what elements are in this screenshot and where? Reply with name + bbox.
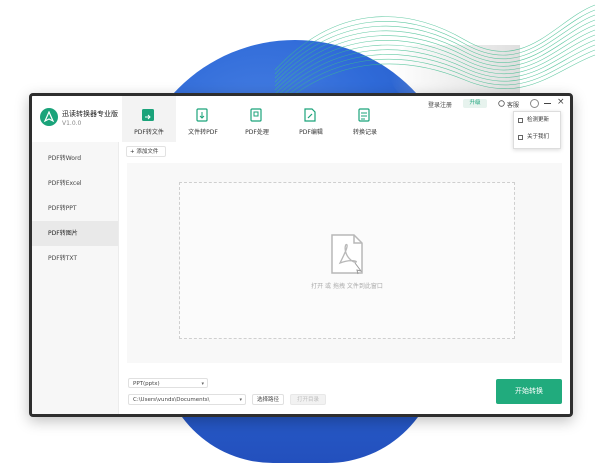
menu-item-check-update[interactable]: 检测更新 bbox=[514, 112, 560, 129]
pdf-file-icon bbox=[331, 234, 363, 275]
upgrade-button[interactable]: 升级 bbox=[463, 99, 487, 108]
close-icon[interactable]: × bbox=[557, 97, 565, 107]
about-icon bbox=[518, 135, 523, 140]
output-format-select[interactable]: PPT(pptx) ▾ bbox=[128, 378, 208, 388]
pdf-process-icon bbox=[250, 108, 262, 122]
customer-service-link[interactable]: 客服 bbox=[507, 100, 519, 109]
minimize-icon[interactable] bbox=[544, 103, 551, 104]
tab-label: 转换记录 bbox=[352, 129, 377, 136]
file-drop-zone[interactable]: 打开 或 拖拽 文件到此窗口 bbox=[179, 182, 515, 339]
output-path-value: C:\Users\vunds\Documents\ bbox=[133, 397, 210, 403]
chevron-down-icon: ▾ bbox=[201, 381, 204, 387]
login-register-link[interactable]: 登录注册 bbox=[428, 100, 452, 109]
sidebar-item-pdf-to-image[interactable]: PDF转图片 bbox=[32, 221, 118, 246]
menu-item-about[interactable]: 关于我们 bbox=[514, 129, 560, 146]
output-format-value: PPT(pptx) bbox=[133, 381, 160, 387]
tab-pdf-to-file[interactable]: PDF转文件 bbox=[122, 96, 176, 142]
app-window: 迅读转换器专业版 V1.0.0 PDF转文件 文件转PDF PDF处理 PDF编… bbox=[29, 93, 573, 417]
tab-file-to-pdf[interactable]: 文件转PDF bbox=[176, 96, 230, 142]
menu-item-label: 检测更新 bbox=[527, 117, 550, 123]
sidebar-item-pdf-to-txt[interactable]: PDF转TXT bbox=[32, 246, 118, 271]
tab-label: PDF处理 bbox=[245, 129, 269, 136]
tab-label: 文件转PDF bbox=[188, 129, 218, 136]
file-to-pdf-icon bbox=[196, 108, 208, 122]
customer-service-icon[interactable] bbox=[498, 100, 505, 107]
menu-icon[interactable] bbox=[530, 99, 539, 108]
app-name: 迅读转换器专业版 bbox=[62, 110, 118, 118]
pdf-convert-icon bbox=[142, 109, 154, 121]
tab-pdf-edit[interactable]: PDF编辑 bbox=[284, 96, 338, 142]
tab-label: PDF编辑 bbox=[299, 129, 323, 136]
sidebar: PDF转Word PDF转Excel PDF转PPT PDF转图片 PDF转TX… bbox=[32, 142, 119, 414]
tab-pdf-process[interactable]: PDF处理 bbox=[230, 96, 284, 142]
main-content: + 添加文件 打开 或 拖拽 文件到此窗口 PPT(pptx) ▾ C:\Use… bbox=[119, 142, 570, 414]
open-directory-button[interactable]: 打开目录 bbox=[290, 394, 326, 405]
choose-path-button[interactable]: 选择路径 bbox=[252, 394, 284, 405]
tab-history[interactable]: 转换记录 bbox=[338, 96, 392, 142]
main-tabs: PDF转文件 文件转PDF PDF处理 PDF编辑 转换记录 bbox=[122, 96, 392, 142]
app-version: V1.0.0 bbox=[62, 120, 82, 127]
tab-label: PDF转文件 bbox=[134, 129, 164, 136]
history-icon bbox=[358, 108, 370, 122]
sidebar-item-pdf-to-word[interactable]: PDF转Word bbox=[32, 146, 118, 171]
sidebar-item-pdf-to-excel[interactable]: PDF转Excel bbox=[32, 171, 118, 196]
drop-hint-text: 打开 或 拖拽 文件到此窗口 bbox=[311, 283, 383, 290]
menu-item-label: 关于我们 bbox=[527, 134, 550, 140]
app-logo-icon bbox=[40, 108, 58, 126]
pdf-edit-icon bbox=[304, 108, 316, 122]
update-icon bbox=[518, 118, 523, 123]
file-drop-area: 打开 或 拖拽 文件到此窗口 bbox=[127, 163, 562, 363]
title-bar: 迅读转换器专业版 V1.0.0 PDF转文件 文件转PDF PDF处理 PDF编… bbox=[32, 96, 570, 143]
settings-dropdown: 检测更新 关于我们 bbox=[513, 111, 561, 149]
add-file-button[interactable]: + 添加文件 bbox=[126, 146, 166, 157]
chevron-down-icon: ▾ bbox=[239, 397, 242, 403]
output-path-select[interactable]: C:\Users\vunds\Documents\ ▾ bbox=[128, 394, 246, 405]
sidebar-item-pdf-to-ppt[interactable]: PDF转PPT bbox=[32, 196, 118, 221]
start-convert-button[interactable]: 开始转换 bbox=[496, 379, 562, 404]
